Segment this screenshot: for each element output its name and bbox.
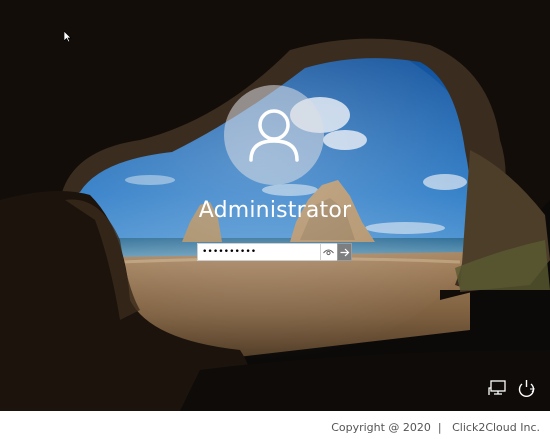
arrow-right-icon (340, 248, 350, 257)
mouse-cursor-icon (64, 31, 72, 43)
password-input[interactable] (197, 243, 321, 261)
eye-icon[interactable] (321, 243, 337, 261)
user-avatar-icon (224, 85, 324, 185)
power-icon[interactable] (516, 378, 538, 398)
submit-button[interactable] (337, 243, 352, 261)
copyright-text: Copyright @ 2020 | Click2Cloud Inc. (331, 421, 540, 434)
password-box (197, 243, 352, 261)
footer: Copyright @ 2020 | Click2Cloud Inc. (0, 411, 550, 439)
lock-screen: Administrator (0, 0, 550, 411)
network-icon[interactable] (488, 378, 510, 398)
username-label: Administrator (198, 198, 352, 223)
